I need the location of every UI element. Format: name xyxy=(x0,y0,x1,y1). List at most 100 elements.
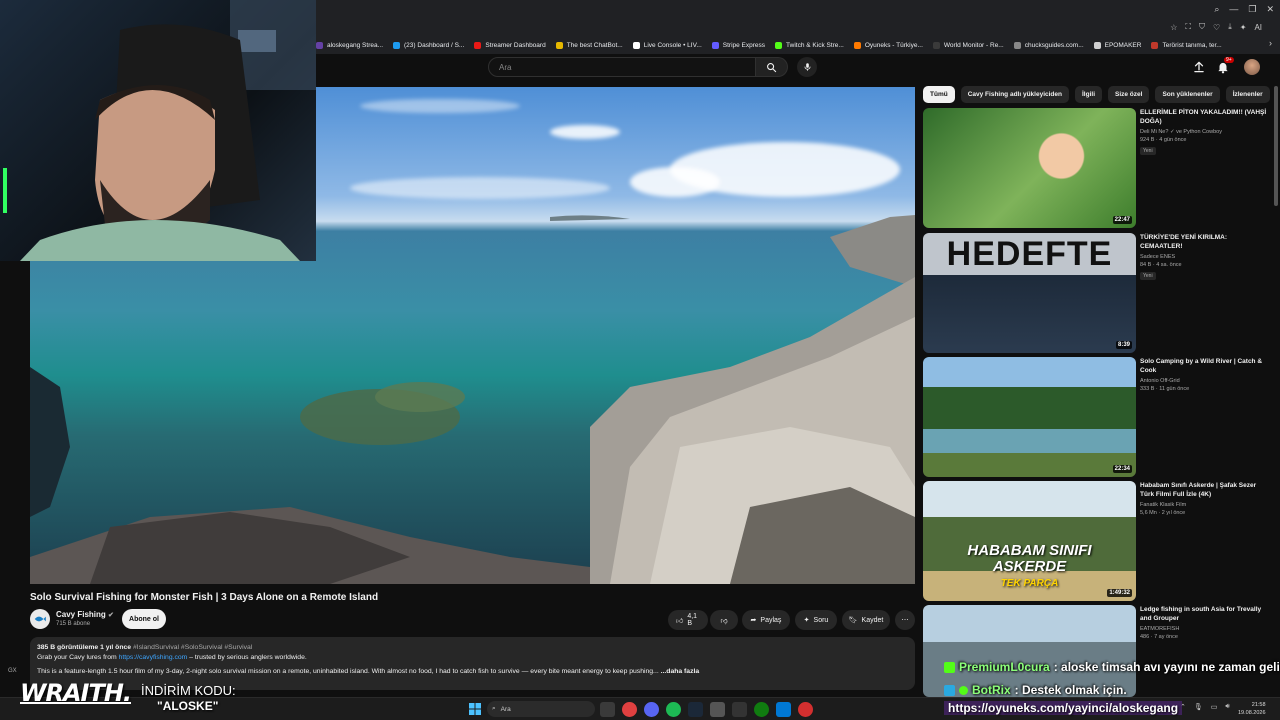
share-button[interactable]: ➦ Paylaş xyxy=(742,610,790,630)
filter-chip[interactable]: Tümü xyxy=(923,86,955,103)
chat-link: https://oyuneks.com/yayinci/aloskegang xyxy=(944,701,1183,715)
bookmark-favicon-icon xyxy=(1013,41,1021,49)
voice-search-button[interactable] xyxy=(797,57,817,77)
recommendation-channel[interactable]: Deli Mi Ne? ✓ ve Python Cowboy xyxy=(1140,129,1270,135)
thumbnail-text: HEDEFTE xyxy=(946,235,1113,273)
recommendation-info: Ledge fishing in south Asia for Trevally… xyxy=(1140,605,1270,640)
bookmark-item[interactable]: Terörist tanıma, ter... xyxy=(1151,41,1222,49)
bookmark-favicon-icon xyxy=(1151,41,1159,49)
subscriber-count: 715 B abone xyxy=(56,621,91,627)
show-more-link[interactable]: ...daha fazla xyxy=(661,668,700,675)
mic-icon[interactable]: 🎙︎ xyxy=(1194,703,1203,711)
taskbar-clock[interactable]: 21:58 19.08.2026 xyxy=(1238,701,1266,717)
recommendation-channel[interactable]: Sadece ENES xyxy=(1140,254,1270,260)
taskbar-search[interactable]: ⌕ Ara xyxy=(487,701,595,717)
bookmark-item[interactable]: aloskegang Strea... xyxy=(316,41,383,49)
thumbs-up-icon: 👍︎ xyxy=(676,617,684,625)
bookmarks-more-icon[interactable]: › xyxy=(1269,38,1272,48)
bookmark-item[interactable]: Live Console • LIV... xyxy=(632,41,702,49)
recommendation-channel[interactable]: EATMOREFISH xyxy=(1140,626,1270,632)
account-avatar[interactable] xyxy=(1244,59,1260,75)
steam-icon[interactable] xyxy=(688,702,703,717)
channel-avatar[interactable] xyxy=(30,609,50,629)
description-link[interactable]: https://cavyfishing.com xyxy=(119,654,188,661)
bookmark-item[interactable]: chucksguides.com... xyxy=(1013,41,1084,49)
hashtags[interactable]: #IslandSurvival #SoloSurvival #Survival xyxy=(133,644,252,651)
bookmark-item[interactable]: World Monitor - Re... xyxy=(932,41,1004,49)
thumbnail-subtext: TEK PARÇA xyxy=(1000,578,1059,589)
recommendation-title[interactable]: Hababam Sınıfı Askerde | Şafak Sezer Tür… xyxy=(1140,481,1270,499)
recommendation-item[interactable]: 22:34 Solo Camping by a Wild River | Catc… xyxy=(923,357,1273,477)
more-actions-button[interactable]: ⋯ xyxy=(895,610,915,630)
bookmark-item[interactable]: EPOMAKER xyxy=(1093,41,1141,49)
extension-icons: ☆ ⛶ ⛉ ♡ ⤓ ✦ AI xyxy=(1170,22,1262,32)
filter-chip[interactable]: İzlenenler xyxy=(1225,86,1270,103)
recommendation-title[interactable]: Solo Camping by a Wild River | Catch & C… xyxy=(1140,357,1270,375)
obs-icon[interactable] xyxy=(732,702,747,717)
recommendation-title[interactable]: TÜRKİYE'DE YENİ KIRILMA: CEMAATLER! xyxy=(1140,233,1270,251)
app-icon[interactable] xyxy=(710,702,725,717)
network-icon[interactable]: ▭ xyxy=(1211,703,1218,711)
ask-button[interactable]: ✦ Soru xyxy=(795,610,837,630)
search-tabs-icon[interactable]: ⌕ xyxy=(1214,4,1219,15)
like-button[interactable]: 👍︎ 4,1 B xyxy=(668,610,708,630)
filter-chip[interactable]: Size özel xyxy=(1108,86,1150,103)
upload-icon[interactable] xyxy=(1192,60,1206,74)
discord-icon[interactable] xyxy=(644,702,659,717)
shield-icon[interactable]: ⛉ xyxy=(1199,22,1205,32)
bookmark-item[interactable]: Twitch & Kick Stre... xyxy=(775,41,844,49)
new-badge: Yeni xyxy=(1140,272,1156,280)
download-icon[interactable]: ⤓ xyxy=(1228,22,1232,32)
new-badge: Yeni xyxy=(1140,147,1156,155)
filter-chip[interactable]: İlgili xyxy=(1075,86,1102,103)
channel-name[interactable]: Cavy Fishing ✔ xyxy=(56,610,114,619)
windows-start-icon[interactable] xyxy=(469,703,481,715)
search-button[interactable] xyxy=(756,57,788,77)
opera-gx-icon[interactable] xyxy=(622,702,637,717)
video-thumbnail[interactable]: HEDEFTE 8:39 xyxy=(923,233,1136,353)
sparkle-icon: ✦ xyxy=(803,617,810,624)
window-controls: ⌕ — ❐ ✕ xyxy=(1214,4,1274,15)
volume-icon[interactable]: 🔊︎ xyxy=(1225,703,1229,711)
recommendation-item[interactable]: HEDEFTE 8:39 TÜRKİYE'DE YENİ KIRILMA: CEMA… xyxy=(923,233,1273,353)
recommendation-channel[interactable]: Antonio Off-Grid xyxy=(1140,378,1270,384)
bookmark-item[interactable]: (23) Dashboard / S... xyxy=(393,41,464,49)
bookmark-item[interactable]: The best ChatBot... xyxy=(555,41,623,49)
search-input[interactable] xyxy=(489,58,755,76)
chrome-icon[interactable] xyxy=(798,702,813,717)
spotify-icon[interactable] xyxy=(666,702,681,717)
thumbnail-text: HABABAM SINIFI ASKERDE xyxy=(967,542,1092,575)
close-icon[interactable]: ✕ xyxy=(1266,4,1274,15)
bookmark-favicon-icon xyxy=(555,41,563,49)
bookmark-item[interactable]: Stripe Express xyxy=(711,41,765,49)
ai-label[interactable]: AI xyxy=(1254,23,1262,32)
recommendation-item[interactable]: HABABAM SINIFI ASKERDE TEK PARÇA 1:49:32 Ha… xyxy=(923,481,1273,601)
video-thumbnail[interactable]: 22:47 xyxy=(923,108,1136,228)
filter-chip[interactable]: Son yüklenenler xyxy=(1155,86,1220,103)
task-view-icon[interactable] xyxy=(600,702,615,717)
scrollbar[interactable] xyxy=(1274,86,1278,206)
minimize-icon[interactable]: — xyxy=(1229,4,1238,15)
streamer-illustration xyxy=(3,0,316,261)
video-thumbnail[interactable]: 22:34 xyxy=(923,357,1136,477)
dislike-button[interactable]: 👎︎ xyxy=(710,610,738,630)
subscribe-button[interactable]: Abone ol xyxy=(122,609,166,629)
recommendation-title[interactable]: ELLERİMLE PİTON YAKALADIM!! (VAHŞİ DOĞA) xyxy=(1140,108,1270,126)
screenshot-icon[interactable]: ⛶ xyxy=(1185,22,1191,32)
recommendation-title[interactable]: Ledge fishing in south Asia for Trevally… xyxy=(1140,605,1270,623)
sparkle-icon[interactable]: ✦ xyxy=(1240,23,1247,32)
video-thumbnail[interactable]: HABABAM SINIFI ASKERDE TEK PARÇA 1:49:32 xyxy=(923,481,1136,601)
bookmark-item[interactable]: Oyuneks - Türkiye... xyxy=(853,41,923,49)
bookmark-item[interactable]: Streamer Dashboard xyxy=(474,41,546,49)
bookmark-favicon-icon xyxy=(853,41,861,49)
filter-chips: Tümü Cavy Fishing adlı yükleyiciden İlgili… xyxy=(923,86,1270,103)
xbox-icon[interactable] xyxy=(754,702,769,717)
save-button[interactable]: 🔖︎ Kaydet xyxy=(842,610,890,630)
filter-chip[interactable]: Cavy Fishing adlı yükleyiciden xyxy=(960,86,1069,103)
edge-icon[interactable] xyxy=(776,702,791,717)
recommendation-channel[interactable]: Fanatik Klasik Film xyxy=(1140,502,1270,508)
heart-icon[interactable]: ♡ xyxy=(1213,23,1220,32)
bookmark-icon[interactable]: ☆ xyxy=(1170,23,1177,32)
recommendation-item[interactable]: 22:47 ELLERİMLE PİTON YAKALADIM!! (VAHŞİ … xyxy=(923,108,1273,228)
maximize-icon[interactable]: ❐ xyxy=(1248,4,1256,15)
